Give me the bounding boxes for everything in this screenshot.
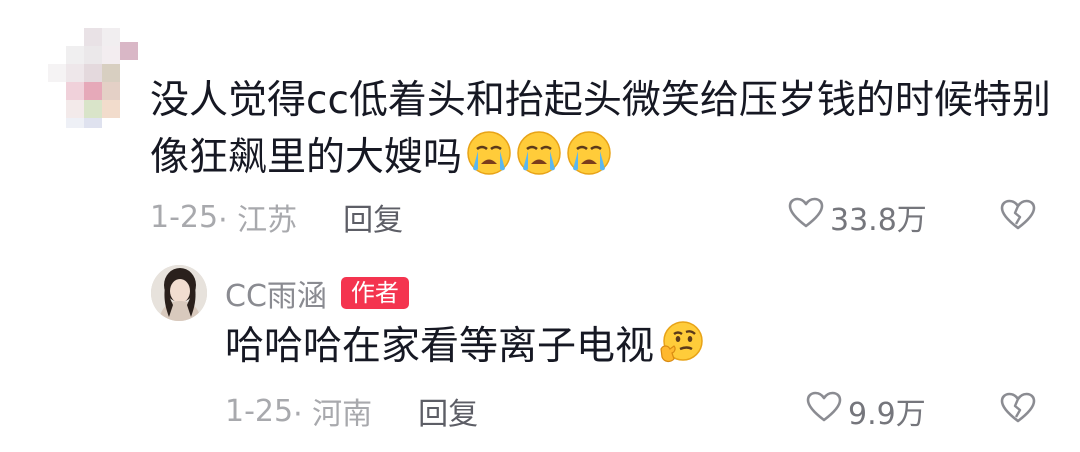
heart-outline-icon <box>806 391 848 431</box>
author-badge: 作者 <box>340 277 409 309</box>
loudly-crying-face-icon <box>512 131 562 180</box>
reply-author-avatar[interactable] <box>151 265 207 321</box>
commenter-avatar[interactable] <box>44 28 138 128</box>
reply-like-count: 9.9万 <box>848 397 926 432</box>
comment-meta: 1-25 · 江苏 回复 <box>150 195 403 239</box>
reply-button[interactable]: 回复 <box>343 195 403 239</box>
comment-dislike-button[interactable] <box>1000 199 1036 235</box>
heart-outline-icon <box>788 197 830 237</box>
reply-text: 哈哈哈在家看等离子电视 <box>225 318 704 375</box>
reply-reply-button[interactable]: 回复 <box>418 389 478 433</box>
reply-location: · 河南 <box>293 397 373 432</box>
loudly-crying-face-icon <box>462 131 512 180</box>
comment-text: 没人觉得cc低着头和抬起头微笑给压岁钱的时候特别像狂飙里的大嫂吗 <box>150 72 1060 186</box>
loudly-crying-face-icon <box>562 131 612 180</box>
comment-like-button[interactable]: 33.8万 <box>788 195 927 239</box>
broken-heart-icon <box>1000 199 1036 235</box>
comment-date: 1-25 <box>150 199 219 235</box>
reply-meta: 1-25 · 河南 回复 <box>225 389 478 433</box>
broken-heart-icon <box>1000 392 1036 428</box>
comment-like-count: 33.8万 <box>830 203 927 238</box>
reply-body: 哈哈哈在家看等离子电视 <box>225 324 655 369</box>
reply-like-button[interactable]: 9.9万 <box>806 389 926 433</box>
comment-location: · 江苏 <box>218 203 298 238</box>
reply-dislike-button[interactable] <box>1000 392 1036 428</box>
reply-author: CC雨涵 作者 <box>225 271 409 315</box>
reply-date: 1-25 <box>225 393 294 429</box>
thinking-face-icon <box>654 321 704 369</box>
comment-section: 没人觉得cc低着头和抬起头微笑给压岁钱的时候特别像狂飙里的大嫂吗 1-25 · … <box>0 0 1080 452</box>
reply-author-name[interactable]: CC雨涵 <box>225 271 327 315</box>
